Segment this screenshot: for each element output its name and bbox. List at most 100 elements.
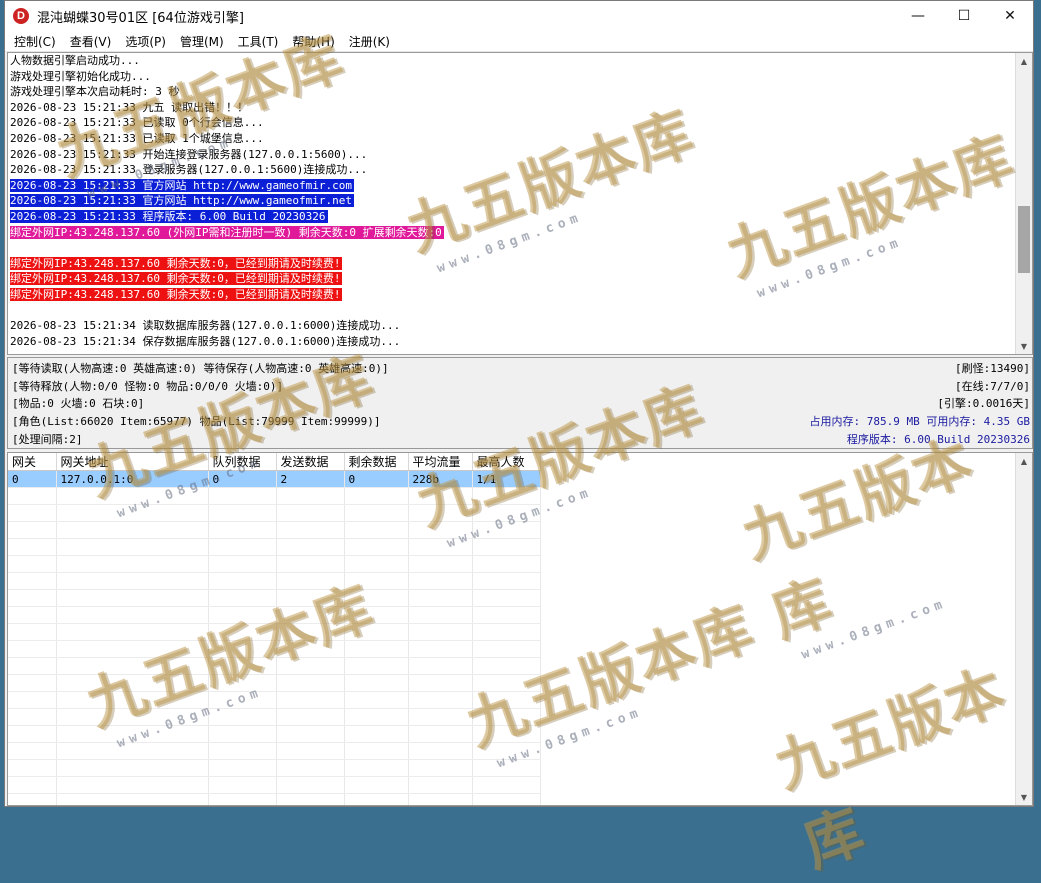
col-gateway[interactable]: 网关: [8, 453, 57, 471]
app-icon[interactable]: D: [13, 8, 29, 24]
log-line: 绑定外网IP:43.248.137.60 (外网IP需和注册时一致) 剩余天数:…: [10, 225, 1015, 241]
empty-cell: [208, 504, 277, 522]
empty-cell: [8, 708, 57, 726]
empty-cell: [276, 674, 345, 692]
status-engine-days: [引擎:0.0016天]: [937, 397, 1030, 410]
col-remaining-data[interactable]: 剩余数据: [344, 453, 409, 471]
log-text: 2026-08-23 15:21:33 程序版本: 6.00 Build 202…: [10, 209, 328, 223]
empty-cell: [408, 759, 473, 777]
empty-cell: [472, 555, 541, 573]
log-line: 游戏处理引擎初始化成功...: [10, 69, 1015, 85]
cell-send-data: 2: [276, 470, 345, 488]
empty-cell: [344, 793, 409, 805]
empty-cell: [408, 606, 473, 624]
empty-row: [8, 742, 541, 760]
empty-cell: [208, 623, 277, 641]
log-scroll-thumb[interactable]: [1018, 206, 1030, 273]
empty-cell: [472, 538, 541, 556]
empty-cell: [8, 691, 57, 709]
empty-cell: [408, 555, 473, 573]
empty-row: [8, 759, 541, 777]
empty-cell: [56, 521, 209, 539]
empty-cell: [472, 623, 541, 641]
col-average-traffic[interactable]: 平均流量: [408, 453, 473, 471]
empty-cell: [56, 606, 209, 624]
empty-cell: [276, 623, 345, 641]
empty-cell: [56, 793, 209, 805]
empty-cell: [408, 623, 473, 641]
empty-cell: [408, 640, 473, 658]
empty-cell: [208, 572, 277, 590]
maximize-button[interactable]: ☐: [941, 1, 987, 31]
empty-row: [8, 725, 541, 743]
empty-cell: [56, 691, 209, 709]
status-lists: [角色(List:66020 Item:65977) 物品(List:79999…: [12, 415, 381, 428]
empty-cell: [472, 521, 541, 539]
status-monster-count: [刷怪:13490]: [955, 362, 1030, 375]
empty-cell: [472, 793, 541, 805]
title-bar[interactable]: D 混沌蝴蝶30号01区 [64位游戏引擎] — ☐ ✕: [5, 1, 1033, 31]
minimize-button[interactable]: —: [895, 1, 941, 31]
menu-register[interactable]: 注册(K): [342, 33, 397, 50]
col-max-users[interactable]: 最高人数: [472, 453, 541, 471]
empty-cell: [208, 589, 277, 607]
empty-row: [8, 691, 541, 709]
empty-row: [8, 776, 541, 794]
empty-cell: [472, 504, 541, 522]
menu-options[interactable]: 选项(P): [118, 33, 173, 50]
grid-scrollbar[interactable]: ▲ ▼: [1015, 453, 1032, 805]
scroll-up-icon[interactable]: ▲: [1016, 53, 1032, 69]
empty-cell: [208, 487, 277, 505]
table-row[interactable]: 0 127.0.0.1:0 0 2 0 228b 1/1: [8, 470, 541, 488]
empty-cell: [56, 725, 209, 743]
empty-cell: [344, 776, 409, 794]
empty-cell: [8, 572, 57, 590]
empty-cell: [208, 742, 277, 760]
gateway-table: 网关 网关地址 队列数据 发送数据 剩余数据 平均流量 最高人数 0 127.0…: [8, 453, 541, 805]
log-scrollbar[interactable]: ▲ ▼: [1015, 53, 1032, 354]
status-items: [物品:0 火墙:0 石块:0]: [12, 397, 145, 410]
menu-manage[interactable]: 管理(M): [173, 33, 231, 50]
empty-cell: [472, 674, 541, 692]
log-text: 绑定外网IP:43.248.137.60 剩余天数:0，已经到期请及时续费!: [10, 272, 343, 286]
log-text: 2026-08-23 15:21:33 已读取 0个行会信息...: [10, 116, 264, 130]
empty-cell: [408, 657, 473, 675]
empty-cell: [8, 487, 57, 505]
col-send-data[interactable]: 发送数据: [276, 453, 345, 471]
col-gateway-address[interactable]: 网关地址: [56, 453, 209, 471]
main-window: D 混沌蝴蝶30号01区 [64位游戏引擎] — ☐ ✕ 控制(C) 查看(V)…: [4, 0, 1034, 807]
scroll-down-icon[interactable]: ▼: [1016, 338, 1032, 354]
empty-cell: [276, 708, 345, 726]
empty-cell: [472, 742, 541, 760]
empty-cell: [56, 538, 209, 556]
empty-cell: [472, 776, 541, 794]
empty-cell: [472, 691, 541, 709]
log-panel[interactable]: 人物数据引擎启动成功... 游戏处理引擎初始化成功... 游戏处理引擎本次启动耗时:…: [7, 52, 1033, 355]
empty-cell: [344, 640, 409, 658]
empty-cell: [408, 776, 473, 794]
empty-cell: [8, 555, 57, 573]
empty-row: [8, 606, 541, 624]
log-line: 游戏处理引擎本次启动耗时: 3 秒: [10, 84, 1015, 100]
menu-control[interactable]: 控制(C): [7, 33, 63, 50]
gateway-grid-panel: 网关 网关地址 队列数据 发送数据 剩余数据 平均流量 最高人数 0 127.0…: [7, 452, 1033, 806]
menu-view[interactable]: 查看(V): [63, 33, 119, 50]
empty-cell: [56, 504, 209, 522]
log-text: 2026-08-23 15:21:33 官方网站 http://www.game…: [10, 178, 355, 192]
empty-cell: [344, 572, 409, 590]
close-button[interactable]: ✕: [987, 1, 1033, 31]
empty-row: [8, 793, 541, 805]
menu-tools[interactable]: 工具(T): [231, 33, 286, 50]
grid-scroll-down-icon[interactable]: ▼: [1016, 789, 1032, 805]
empty-cell: [344, 487, 409, 505]
cell-gateway: 0: [8, 470, 57, 488]
empty-cell: [208, 555, 277, 573]
empty-cell: [56, 623, 209, 641]
empty-row: [8, 657, 541, 675]
menu-help[interactable]: 帮助(H): [285, 33, 341, 50]
grid-scroll-up-icon[interactable]: ▲: [1016, 453, 1032, 469]
log-line: [10, 303, 1015, 319]
col-queue-data[interactable]: 队列数据: [208, 453, 277, 471]
empty-cell: [344, 708, 409, 726]
